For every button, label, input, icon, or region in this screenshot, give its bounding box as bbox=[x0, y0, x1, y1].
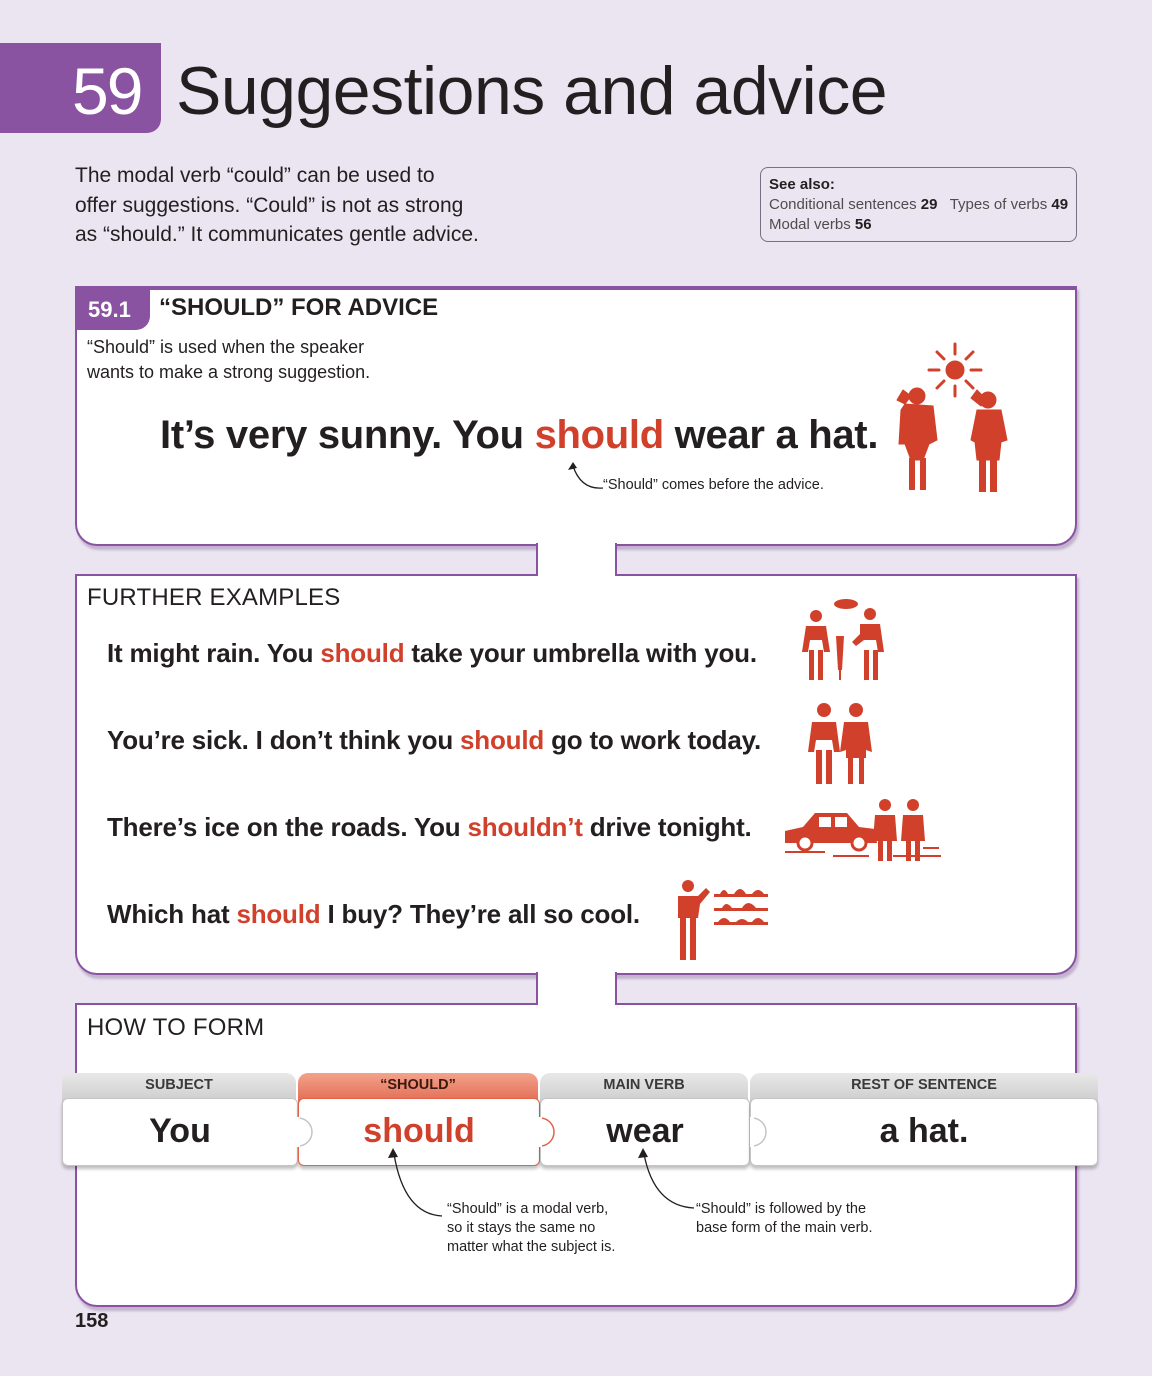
sick-people-illustration bbox=[808, 703, 872, 784]
intro-line: The modal verb “could” can be used to bbox=[75, 164, 435, 187]
main-note: “Should” comes before the advice. bbox=[603, 477, 824, 493]
see-also-heading: See also: bbox=[769, 176, 835, 193]
example-sentence: Which hat should I buy? They’re all so c… bbox=[107, 899, 640, 929]
should-highlight: should bbox=[534, 413, 665, 457]
section-number-tab: 59.1 bbox=[76, 290, 150, 330]
section-description: “Should” is used when the speaker wants … bbox=[87, 337, 371, 382]
chapter-number: 59 bbox=[72, 54, 143, 128]
chapter-title: Suggestions and advice bbox=[176, 53, 888, 129]
tile-subject: You bbox=[62, 1098, 298, 1166]
tile-rest-of-sentence: a hat. bbox=[750, 1098, 1098, 1166]
page-number: 158 bbox=[75, 1310, 109, 1332]
base-form-note: “Should” is followed by the base form of… bbox=[696, 1201, 873, 1236]
example-sentence: It might rain. You should take your umbr… bbox=[107, 638, 757, 668]
intro-text: The modal verb “could” can be used to of… bbox=[75, 161, 515, 250]
see-also-link[interactable]: Conditional sentences 29 bbox=[769, 196, 937, 213]
hat-shop-illustration bbox=[678, 880, 768, 960]
modal-verb-note: “Should” is a modal verb, so it stays th… bbox=[447, 1201, 616, 1255]
further-examples-heading: FURTHER EXAMPLES bbox=[87, 584, 341, 611]
sunny-people-illustration bbox=[896, 342, 1008, 492]
umbrella-people-illustration bbox=[802, 599, 884, 680]
car-ice-illustration bbox=[785, 799, 941, 861]
see-also-link[interactable]: Types of verbs 49 bbox=[950, 196, 1068, 213]
example-sentence: There’s ice on the roads. You shouldn’t … bbox=[107, 812, 752, 842]
puzzle-knob bbox=[750, 1117, 767, 1147]
intro-line: as “should.” It communicates gentle advi… bbox=[75, 223, 479, 246]
see-also-link[interactable]: Modal verbs 56 bbox=[769, 216, 872, 233]
arrow-icon bbox=[568, 462, 604, 489]
how-to-form-heading: HOW TO FORM bbox=[87, 1014, 265, 1041]
see-also-box: See also: Conditional sentences 29 Types… bbox=[760, 167, 1077, 242]
example-sentence: You’re sick. I don’t think you should go… bbox=[107, 725, 761, 755]
main-example-sentence: It’s very sunny. You should wear a hat. bbox=[160, 413, 879, 457]
arrow-icon bbox=[638, 1148, 695, 1209]
intro-line: offer suggestions. “Could” is not as str… bbox=[75, 193, 464, 217]
section-title: “SHOULD” FOR ADVICE bbox=[159, 294, 439, 321]
